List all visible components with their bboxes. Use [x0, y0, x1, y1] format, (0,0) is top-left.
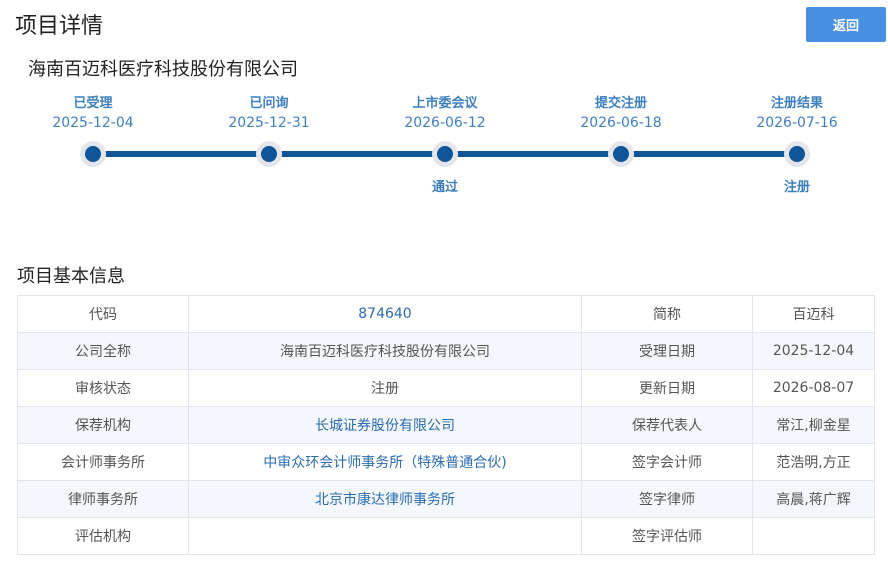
field-label: 保荐代表人	[581, 406, 753, 444]
timeline-dot	[608, 141, 634, 167]
table-row: 评估机构 签字评估师	[17, 517, 875, 555]
field-label: 会计师事务所	[17, 443, 189, 481]
progress-timeline: 已受理 2025-12-04 已问询 2025-12-31 上市委会议 2026…	[0, 95, 888, 205]
back-button[interactable]: 返回	[806, 7, 886, 42]
table-row: 会计师事务所 中审众环会计师事务所（特殊普通合伙) 签字会计师 范浩明,方正	[17, 443, 875, 481]
table-row: 公司全称 海南百迈科医疗科技股份有限公司 受理日期 2025-12-04	[17, 332, 875, 370]
field-value-link[interactable]: 长城证券股份有限公司	[188, 406, 582, 444]
timeline-step-inquired: 已问询 2025-12-31	[199, 95, 339, 133]
timeline-step-listing-committee: 上市委会议 2026-06-12	[375, 95, 515, 133]
field-label: 公司全称	[17, 332, 189, 370]
timeline-step-label: 已受理	[73, 96, 113, 111]
field-value-link[interactable]: 874640	[188, 295, 582, 333]
timeline-step-registration-result: 注册结果 2026-07-16	[727, 95, 867, 133]
table-row: 代码 874640 简称 百迈科	[17, 295, 875, 333]
timeline-step-label: 提交注册	[594, 96, 647, 111]
company-name: 海南百迈科医疗科技股份有限公司	[28, 59, 298, 80]
field-value-link[interactable]: 中审众环会计师事务所（特殊普通合伙)	[188, 443, 582, 481]
timeline-dot	[784, 141, 810, 167]
field-value: 2026-08-07	[752, 369, 875, 407]
timeline-dot	[80, 141, 106, 167]
field-label: 简称	[581, 295, 753, 333]
table-row: 保荐机构 长城证券股份有限公司 保荐代表人 常江,柳金星	[17, 406, 875, 444]
timeline-step-date: 2026-07-16	[756, 115, 838, 131]
timeline-step-date: 2026-06-18	[580, 115, 662, 131]
field-value: 注册	[188, 369, 582, 407]
timeline-step-result: 注册	[783, 180, 810, 195]
field-label: 更新日期	[581, 369, 753, 407]
field-value: 2025-12-04	[752, 332, 875, 370]
timeline-step-date: 2025-12-04	[52, 115, 134, 131]
field-value	[188, 517, 582, 555]
field-value: 百迈科	[752, 295, 875, 333]
field-label: 受理日期	[581, 332, 753, 370]
page-title: 项目详情	[15, 14, 104, 39]
timeline-step-date: 2025-12-31	[228, 115, 310, 131]
timeline-step-result: 通过	[431, 180, 458, 195]
field-label: 签字会计师	[581, 443, 753, 481]
timeline-dot	[256, 141, 282, 167]
section-title: 项目基本信息	[17, 266, 125, 287]
timeline-dot	[432, 141, 458, 167]
field-label: 签字评估师	[581, 517, 753, 555]
table-row: 审核状态 注册 更新日期 2026-08-07	[17, 369, 875, 407]
field-value: 海南百迈科医疗科技股份有限公司	[188, 332, 582, 370]
timeline-step-accepted: 已受理 2025-12-04	[23, 95, 163, 133]
field-label: 审核状态	[17, 369, 189, 407]
timeline-step-label: 已问询	[249, 96, 289, 111]
timeline-step-date: 2026-06-12	[404, 115, 486, 131]
field-value: 高晨,蒋广辉	[752, 480, 875, 518]
field-value: 常江,柳金星	[752, 406, 875, 444]
timeline-step-label: 上市委会议	[412, 96, 478, 111]
field-label: 评估机构	[17, 517, 189, 555]
field-label: 保荐机构	[17, 406, 189, 444]
timeline-step-submit-registration: 提交注册 2026-06-18	[551, 95, 691, 133]
field-label: 代码	[17, 295, 189, 333]
field-value-link[interactable]: 北京市康达律师事务所	[188, 480, 582, 518]
field-value	[752, 517, 875, 555]
timeline-step-label: 注册结果	[770, 96, 823, 111]
field-value: 范浩明,方正	[752, 443, 875, 481]
basic-info-table: 代码 874640 简称 百迈科 公司全称 海南百迈科医疗科技股份有限公司 受理…	[17, 295, 875, 555]
field-label: 律师事务所	[17, 480, 189, 518]
field-label: 签字律师	[581, 480, 753, 518]
table-row: 律师事务所 北京市康达律师事务所 签字律师 高晨,蒋广辉	[17, 480, 875, 518]
